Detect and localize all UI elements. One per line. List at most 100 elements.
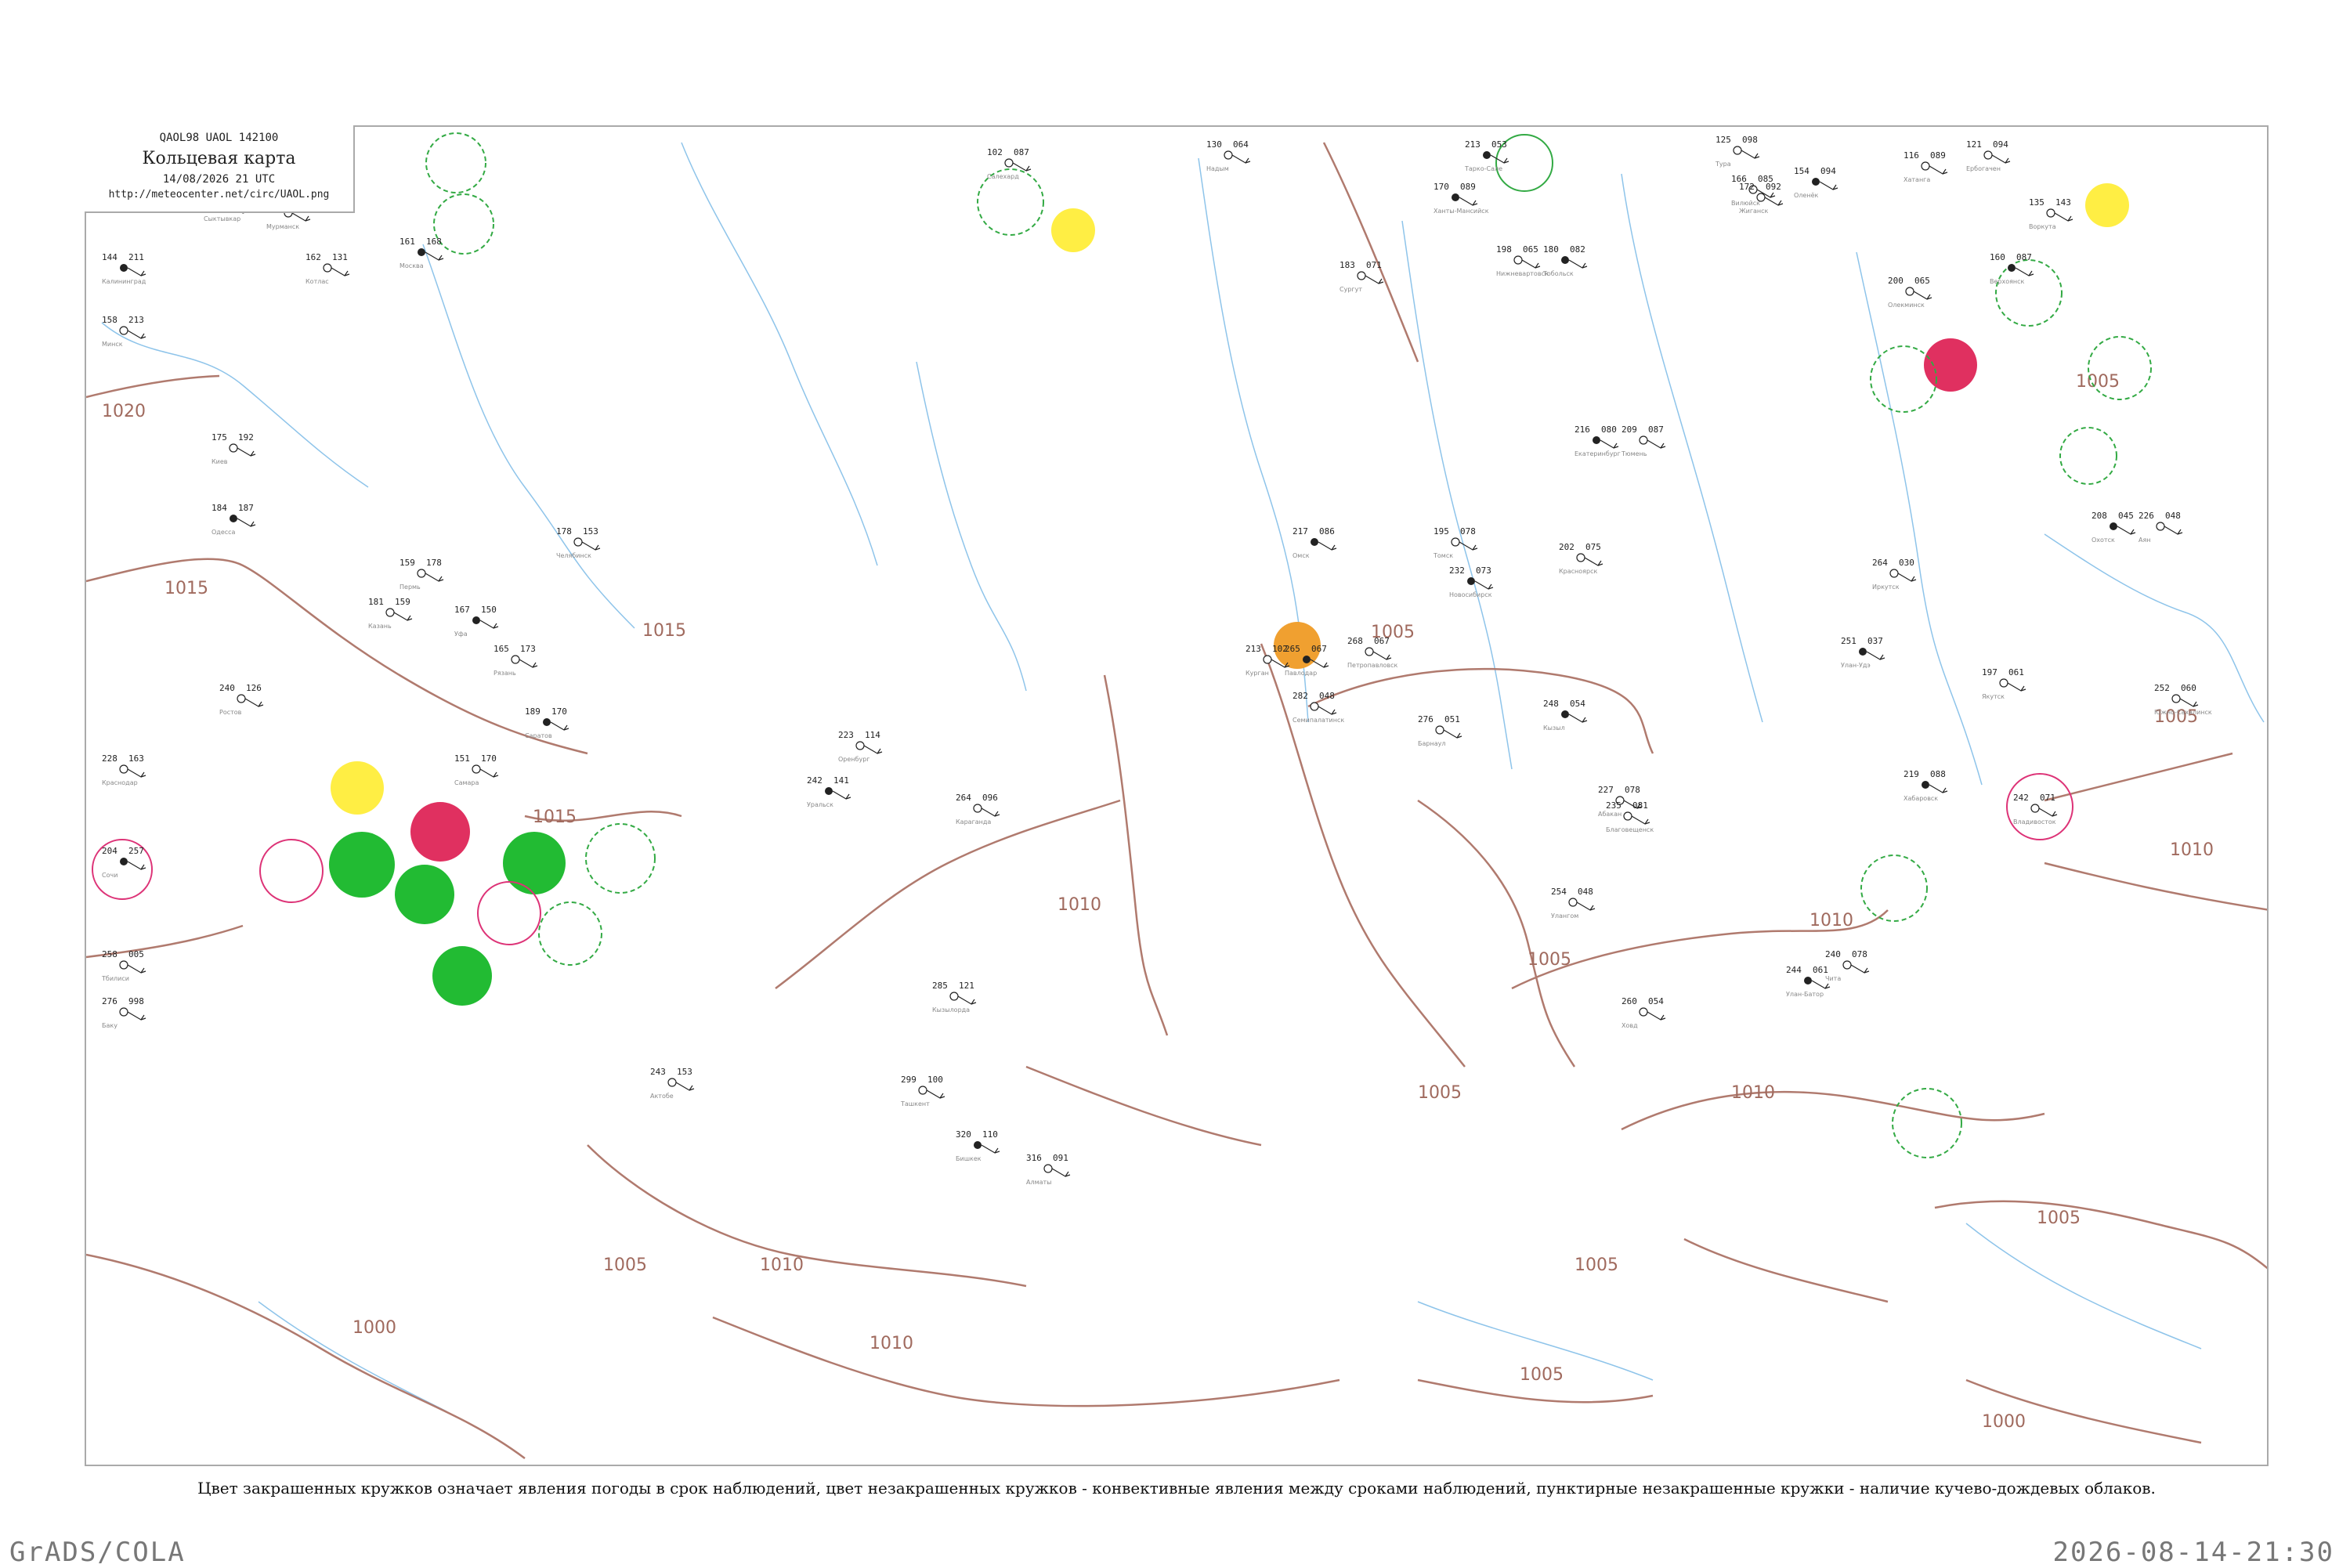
- station-plot[interactable]: 102 087 Салехард: [987, 147, 1032, 180]
- station-plot[interactable]: 226 048 Аян: [2138, 511, 2183, 544]
- station-plot[interactable]: 243 153 Актобе: [650, 1067, 695, 1100]
- station-plot[interactable]: 158 213 Минск: [102, 315, 146, 348]
- wind-barb-icon: [1913, 291, 1932, 300]
- station-name: Одесса: [212, 529, 236, 536]
- wind-barb-icon: [550, 721, 569, 731]
- station-circle: [1451, 537, 1460, 547]
- station-plot[interactable]: 116 089 Хатанга: [1904, 150, 1948, 183]
- station-plot[interactable]: 151 170 Самара: [454, 753, 499, 786]
- wind-barb-icon: [1318, 541, 1337, 551]
- station-name: Самара: [454, 779, 479, 786]
- station-temp: 202: [1559, 542, 1574, 552]
- isobar-label: 1000: [1982, 1412, 2026, 1432]
- station-plot[interactable]: 248 054 Кызыл: [1543, 699, 1588, 732]
- station-temp: 258: [102, 949, 118, 959]
- station-plot[interactable]: 183 071 Сургут: [1340, 260, 1384, 293]
- station-plot[interactable]: 282 048 Семипалатинск: [1292, 691, 1344, 724]
- station-pressure: 048: [2165, 511, 2181, 521]
- station-name: Киев: [212, 458, 228, 465]
- station-plot[interactable]: 121 094 Ербогачен: [1966, 139, 2011, 172]
- station-plot[interactable]: 197 061 Якутск: [1982, 667, 2026, 700]
- isobar-label: 1010: [870, 1334, 913, 1353]
- station-plot[interactable]: 260 054 Ховд: [1622, 996, 1666, 1029]
- station-plot[interactable]: 161 168 Москва: [400, 237, 444, 269]
- station-plot[interactable]: 154 094 Оленёк: [1794, 166, 1838, 199]
- station-plot[interactable]: 200 065 Олекминск: [1888, 276, 1932, 309]
- station-plot[interactable]: 195 078 Томск: [1433, 526, 1478, 559]
- wind-barb-icon: [581, 541, 601, 551]
- wind-barb-icon: [127, 330, 146, 339]
- station-plot[interactable]: 316 091 Алматы: [1026, 1153, 1071, 1186]
- map-frame: 1020 1015 1015 1015 1010 1010 1010 1010 …: [85, 125, 2269, 1466]
- station-name: Казань: [368, 623, 392, 630]
- station-plot[interactable]: 240 078 Чита: [1825, 949, 1870, 982]
- station-circle: [855, 741, 865, 750]
- station-pressure: 192: [238, 432, 254, 443]
- station-plot[interactable]: 213 053 Тарко-Сале: [1464, 139, 1509, 172]
- station-plot[interactable]: 202 075 Красноярск: [1559, 542, 1603, 575]
- station-pressure: 067: [1311, 644, 1327, 654]
- station-plot[interactable]: 189 170 Саратов: [525, 706, 569, 739]
- station-plot[interactable]: 216 080 Екатеринбург: [1574, 425, 1621, 457]
- station-plot[interactable]: 320 110 Бишкек: [956, 1129, 1000, 1162]
- station-plot[interactable]: 160 087 Верхоянск: [1990, 252, 2034, 285]
- station-plot[interactable]: 184 187 Одесса: [212, 503, 256, 536]
- station-plot[interactable]: 264 030 Иркутск: [1872, 558, 1917, 591]
- station-circle: [2046, 208, 2055, 218]
- map-url[interactable]: http://meteocenter.net/circ/UAOL.png: [85, 189, 353, 201]
- station-plot[interactable]: 130 064 Надым: [1206, 139, 1251, 172]
- station-circle: [1999, 678, 2008, 688]
- station-plot[interactable]: 285 121 Кызылорда: [932, 981, 977, 1013]
- station-name: Челябинск: [556, 552, 591, 559]
- station-temp: 216: [1574, 425, 1590, 435]
- station-plot[interactable]: 144 211 Калининград: [102, 252, 146, 285]
- station-plot[interactable]: 251 037 Улан-Удэ: [1841, 636, 1885, 669]
- station-plot[interactable]: 242 141 Уральск: [807, 775, 851, 808]
- station-plot[interactable]: 252 060 Южно-Сахалинск: [2154, 683, 2212, 716]
- station-plot[interactable]: 159 178 Пермь: [400, 558, 444, 591]
- wind-barb-icon: [1850, 964, 1870, 974]
- station-plot[interactable]: 264 096 Караганда: [956, 793, 1000, 826]
- station-plot[interactable]: 208 045 Охотск: [2092, 511, 2136, 544]
- station-plot[interactable]: 209 087 Тюмень: [1621, 425, 1666, 457]
- convective-marker: [477, 881, 541, 945]
- station-plot[interactable]: 299 100 Ташкент: [900, 1075, 945, 1107]
- station-plot[interactable]: 172 092 Жиганск: [1739, 182, 1784, 215]
- station-plot[interactable]: 170 089 Ханты-Мансийск: [1434, 182, 1489, 215]
- station-pressure: 150: [481, 605, 497, 615]
- station-plot[interactable]: 219 088 Хабаровск: [1904, 769, 1948, 802]
- station-plot[interactable]: 135 143 Воркута: [2029, 197, 2073, 230]
- station-name: Караганда: [956, 818, 991, 826]
- station-name: Сочи: [102, 872, 118, 879]
- wind-barb-icon: [127, 861, 146, 870]
- station-plot[interactable]: 217 086 Омск: [1292, 526, 1337, 559]
- station-plot[interactable]: 180 082 Тобольск: [1542, 244, 1588, 277]
- rain-marker: [329, 832, 395, 898]
- station-plot[interactable]: 175 192 Киев: [212, 432, 256, 465]
- station-plot[interactable]: 258 005 Тбилиси: [101, 949, 146, 982]
- station-name: Тобольск: [1542, 270, 1574, 277]
- station-plot[interactable]: 240 126 Ростов: [219, 683, 264, 716]
- station-plot[interactable]: 276 998 Баку: [102, 996, 146, 1029]
- station-circle: [825, 787, 833, 795]
- station-plot[interactable]: 244 061 Улан-Батор: [1786, 965, 1831, 998]
- station-temp: 316: [1026, 1153, 1042, 1163]
- station-plot[interactable]: 167 150 Уфа: [454, 605, 499, 638]
- station-plot[interactable]: 178 153 Челябинск: [556, 526, 601, 559]
- station-plot[interactable]: 276 051 Барнаул: [1418, 714, 1462, 747]
- station-plot[interactable]: 254 048 Улангом: [1551, 887, 1596, 919]
- station-plot[interactable]: 198 065 Нижневартовск: [1496, 244, 1549, 277]
- station-plot[interactable]: 204 257 Сочи: [102, 846, 146, 879]
- station-pressure: 098: [1742, 135, 1758, 145]
- station-temp: 251: [1841, 636, 1856, 646]
- station-plot[interactable]: 181 159 Казань: [368, 597, 413, 630]
- station-plot[interactable]: 125 098 Тура: [1715, 135, 1760, 168]
- station-plot[interactable]: 228 163 Краснодар: [102, 753, 146, 786]
- rain-marker: [432, 946, 492, 1006]
- station-plot[interactable]: 165 173 Рязань: [494, 644, 538, 677]
- station-plot[interactable]: 242 071 Владивосток: [2013, 793, 2058, 826]
- isobar-label: 1005: [1520, 1365, 1564, 1385]
- station-plot[interactable]: 223 114 Оренбург: [838, 730, 883, 763]
- station-plot[interactable]: 162 131 Котлас: [306, 252, 350, 285]
- wind-barb-icon: [1521, 259, 1541, 269]
